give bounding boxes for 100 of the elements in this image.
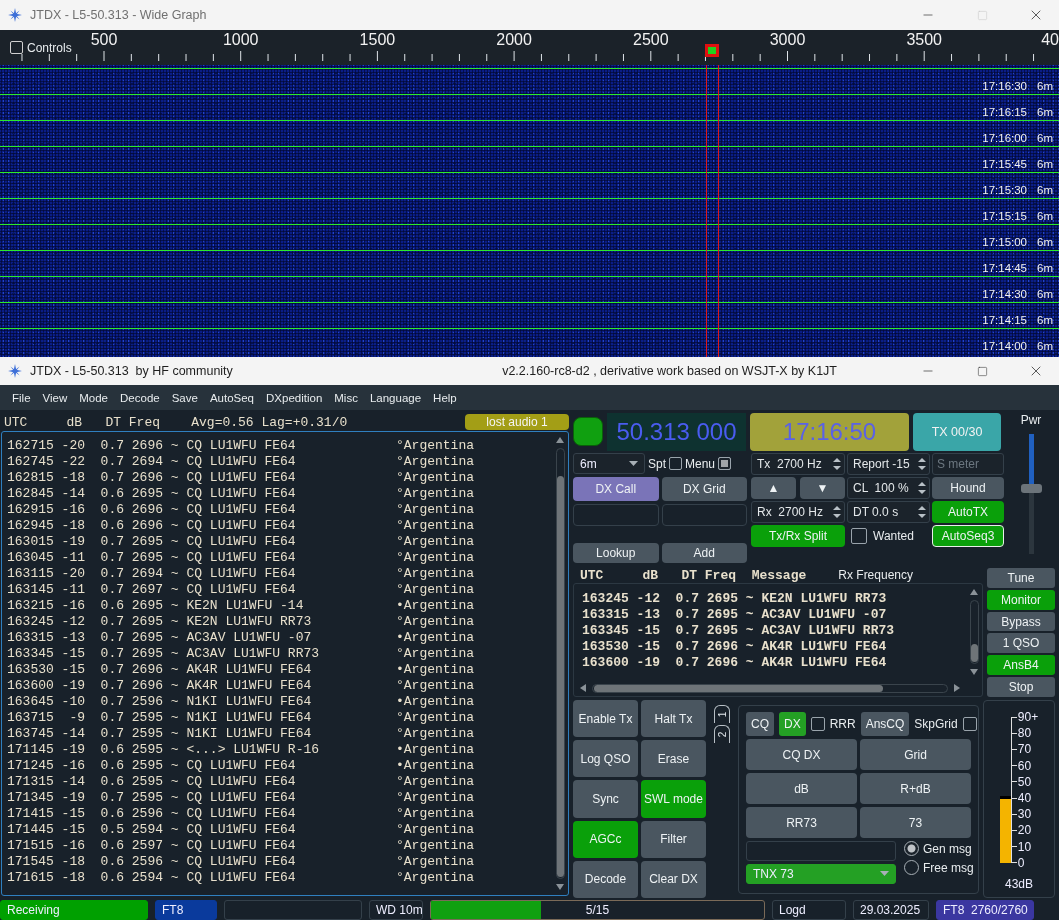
toggle-button[interactable]: Tune: [987, 568, 1055, 588]
spin-arrows-icon[interactable]: [917, 504, 927, 520]
decode-text[interactable]: 163045 -11 0.7 2695 ~ CQ LU1WFU FE64: [7, 549, 396, 565]
decode-text[interactable]: 163715 -9 0.7 2595 ~ N1KI LU1WFU FE64: [7, 709, 396, 725]
toggle-button[interactable]: Stop: [987, 677, 1055, 697]
dx-button[interactable]: DX Grid: [661, 477, 747, 501]
decode-text[interactable]: 163245 -12 0.7 2695 ~ KE2N LU1WFU RR73: [7, 613, 396, 629]
scroll-down-icon[interactable]: [969, 667, 979, 677]
spin-arrows-icon[interactable]: [917, 480, 927, 496]
action-button[interactable]: Erase: [641, 740, 706, 778]
scrollbar-thumb[interactable]: [594, 684, 883, 692]
spin-field[interactable]: CL 100 %: [847, 477, 930, 499]
toggle-button[interactable]: Bypass: [987, 611, 1055, 632]
scroll-up-icon[interactable]: [555, 435, 565, 445]
menu-item[interactable]: Misc: [328, 391, 364, 404]
input-field[interactable]: [746, 841, 896, 861]
message-button[interactable]: R+dB: [860, 773, 971, 804]
decode-text[interactable]: 171445 -15 0.5 2594 ~ CQ LU1WFU FE64: [7, 821, 396, 837]
message-button[interactable]: 73: [860, 807, 971, 838]
action-button[interactable]: Add: [661, 543, 747, 563]
action-button[interactable]: Clear DX: [641, 860, 706, 898]
decode-text[interactable]: 171345 -19 0.7 2595 ~ CQ LU1WFU FE64: [7, 789, 396, 805]
input-field[interactable]: [573, 504, 659, 526]
checkbox[interactable]: [810, 717, 825, 731]
decode-text[interactable]: 163315 -13 0.7 2695 ~ AC3AV LU1WFU -07: [7, 629, 396, 645]
action-button[interactable]: Log QSO: [573, 740, 638, 778]
scroll-down-icon[interactable]: [555, 882, 565, 892]
menu-item[interactable]: File: [6, 391, 37, 404]
tx-marker-icon[interactable]: [705, 44, 719, 57]
decode-text[interactable]: 162915 -16 0.6 2696 ~ CQ LU1WFU FE64: [7, 501, 396, 517]
spin-arrows-icon[interactable]: [832, 504, 842, 520]
scrollbar-thumb[interactable]: [556, 475, 564, 877]
decode-text[interactable]: 163745 -14 0.7 2595 ~ N1KI LU1WFU FE64: [7, 725, 396, 741]
scroll-right-icon[interactable]: [952, 683, 962, 693]
decode-text[interactable]: 163645 -10 0.7 2596 ~ N1KI LU1WFU FE64: [7, 693, 396, 709]
decode-text[interactable]: 163600 -19 0.7 2696 ~ AK4R LU1WFU FE64: [582, 654, 887, 670]
message-button[interactable]: Grid: [860, 739, 971, 770]
radio-button[interactable]: [904, 841, 919, 856]
up-button[interactable]: ▲: [751, 477, 796, 499]
message-button[interactable]: RR73: [746, 807, 857, 838]
decode-text[interactable]: 163345 -15 0.7 2695 ~ AC3AV LU1WFU RR73: [582, 622, 895, 638]
decode-text[interactable]: 171615 -18 0.6 2594 ~ CQ LU1WFU FE64: [7, 869, 396, 885]
decode-text[interactable]: 163145 -11 0.7 2697 ~ CQ LU1WFU FE64: [7, 581, 396, 597]
down-button[interactable]: ▼: [800, 477, 845, 499]
toggle-button[interactable]: Hound: [932, 477, 1004, 499]
menu-item[interactable]: Language: [363, 391, 428, 404]
checkbox[interactable]: [10, 41, 23, 54]
decode-text[interactable]: 162945 -18 0.6 2696 ~ CQ LU1WFU FE64: [7, 517, 396, 533]
checkbox[interactable]: [851, 528, 867, 544]
message-tab[interactable]: 1: [714, 705, 730, 723]
action-button[interactable]: Filter: [641, 820, 706, 858]
checkbox[interactable]: [962, 717, 977, 731]
spin-arrows-icon[interactable]: [832, 456, 842, 472]
power-slider[interactable]: [1020, 432, 1042, 556]
maximize-icon[interactable]: [976, 365, 988, 377]
decode-text[interactable]: 171315 -14 0.6 2595 ~ CQ LU1WFU FE64: [7, 773, 396, 789]
decode-text[interactable]: 162815 -18 0.7 2696 ~ CQ LU1WFU FE64: [7, 469, 396, 485]
decode-text[interactable]: 171145 -19 0.6 2595 ~ <...> LU1WFU R-16: [7, 741, 396, 757]
message-button[interactable]: dB: [746, 773, 857, 804]
action-button[interactable]: Enable Tx: [573, 700, 638, 738]
decode-text[interactable]: 163215 -16 0.6 2695 ~ KE2N LU1WFU -14: [7, 597, 396, 613]
decode-text[interactable]: 163345 -15 0.7 2695 ~ AC3AV LU1WFU RR73: [7, 645, 396, 661]
band-dropdown[interactable]: 6m: [573, 453, 645, 474]
message-tab[interactable]: 2: [714, 725, 730, 743]
scroll-left-icon[interactable]: [578, 683, 588, 693]
message-button[interactable]: CQ DX: [746, 739, 857, 770]
dropdown-caret-icon[interactable]: [629, 460, 638, 467]
slider-thumb[interactable]: [1020, 483, 1042, 493]
decode-text[interactable]: 171545 -18 0.6 2596 ~ CQ LU1WFU FE64: [7, 853, 396, 869]
decode-text[interactable]: 163245 -12 0.7 2695 ~ KE2N LU1WFU RR73: [582, 590, 887, 606]
menu-item[interactable]: DXpedition: [260, 391, 329, 404]
decode-text[interactable]: 163315 -13 0.7 2695 ~ AC3AV LU1WFU -07: [582, 606, 887, 622]
decode-text[interactable]: 163115 -20 0.7 2694 ~ CQ LU1WFU FE64: [7, 565, 396, 581]
decode-text[interactable]: 163600 -19 0.7 2696 ~ AK4R LU1WFU FE64: [7, 677, 396, 693]
decode-text[interactable]: 171415 -15 0.6 2596 ~ CQ LU1WFU FE64: [7, 805, 396, 821]
decode-text[interactable]: 163530 -15 0.7 2696 ~ AK4R LU1WFU FE64: [7, 661, 396, 677]
decode-text[interactable]: 162715 -20 0.7 2696 ~ CQ LU1WFU FE64: [7, 437, 396, 453]
spin-field[interactable]: DT 0.0 s: [847, 501, 930, 523]
scroll-up-icon[interactable]: [969, 587, 979, 597]
spin-field[interactable]: Tx 2700 Hz: [751, 453, 845, 475]
menu-item[interactable]: Help: [427, 391, 463, 404]
checkbox[interactable]: [669, 457, 682, 470]
decode-text[interactable]: 162845 -14 0.6 2695 ~ CQ LU1WFU FE64: [7, 485, 396, 501]
toggle-button[interactable]: AnsCQ: [860, 712, 910, 736]
scrollbar-thumb[interactable]: [970, 644, 978, 662]
decode-text[interactable]: 163015 -19 0.7 2695 ~ CQ LU1WFU FE64: [7, 533, 396, 549]
decode-text[interactable]: 171515 -16 0.6 2597 ~ CQ LU1WFU FE64: [7, 837, 396, 853]
menu-item[interactable]: Decode: [114, 391, 166, 404]
decode-text[interactable]: 162745 -22 0.7 2694 ~ CQ LU1WFU FE64: [7, 453, 396, 469]
dx-button[interactable]: DX Call: [573, 477, 659, 501]
spin-field[interactable]: Report -15: [847, 453, 930, 475]
input-field[interactable]: [661, 504, 747, 526]
spin-arrows-icon[interactable]: [917, 456, 927, 472]
input-field[interactable]: S meter: [932, 453, 1004, 475]
menu-item[interactable]: AutoSeq: [203, 391, 260, 404]
action-button[interactable]: Lookup: [573, 543, 659, 563]
menu-item[interactable]: View: [36, 391, 74, 404]
action-button[interactable]: Sync: [573, 780, 638, 818]
action-button[interactable]: Halt Tx: [641, 700, 706, 738]
action-button[interactable]: Decode: [573, 860, 638, 898]
